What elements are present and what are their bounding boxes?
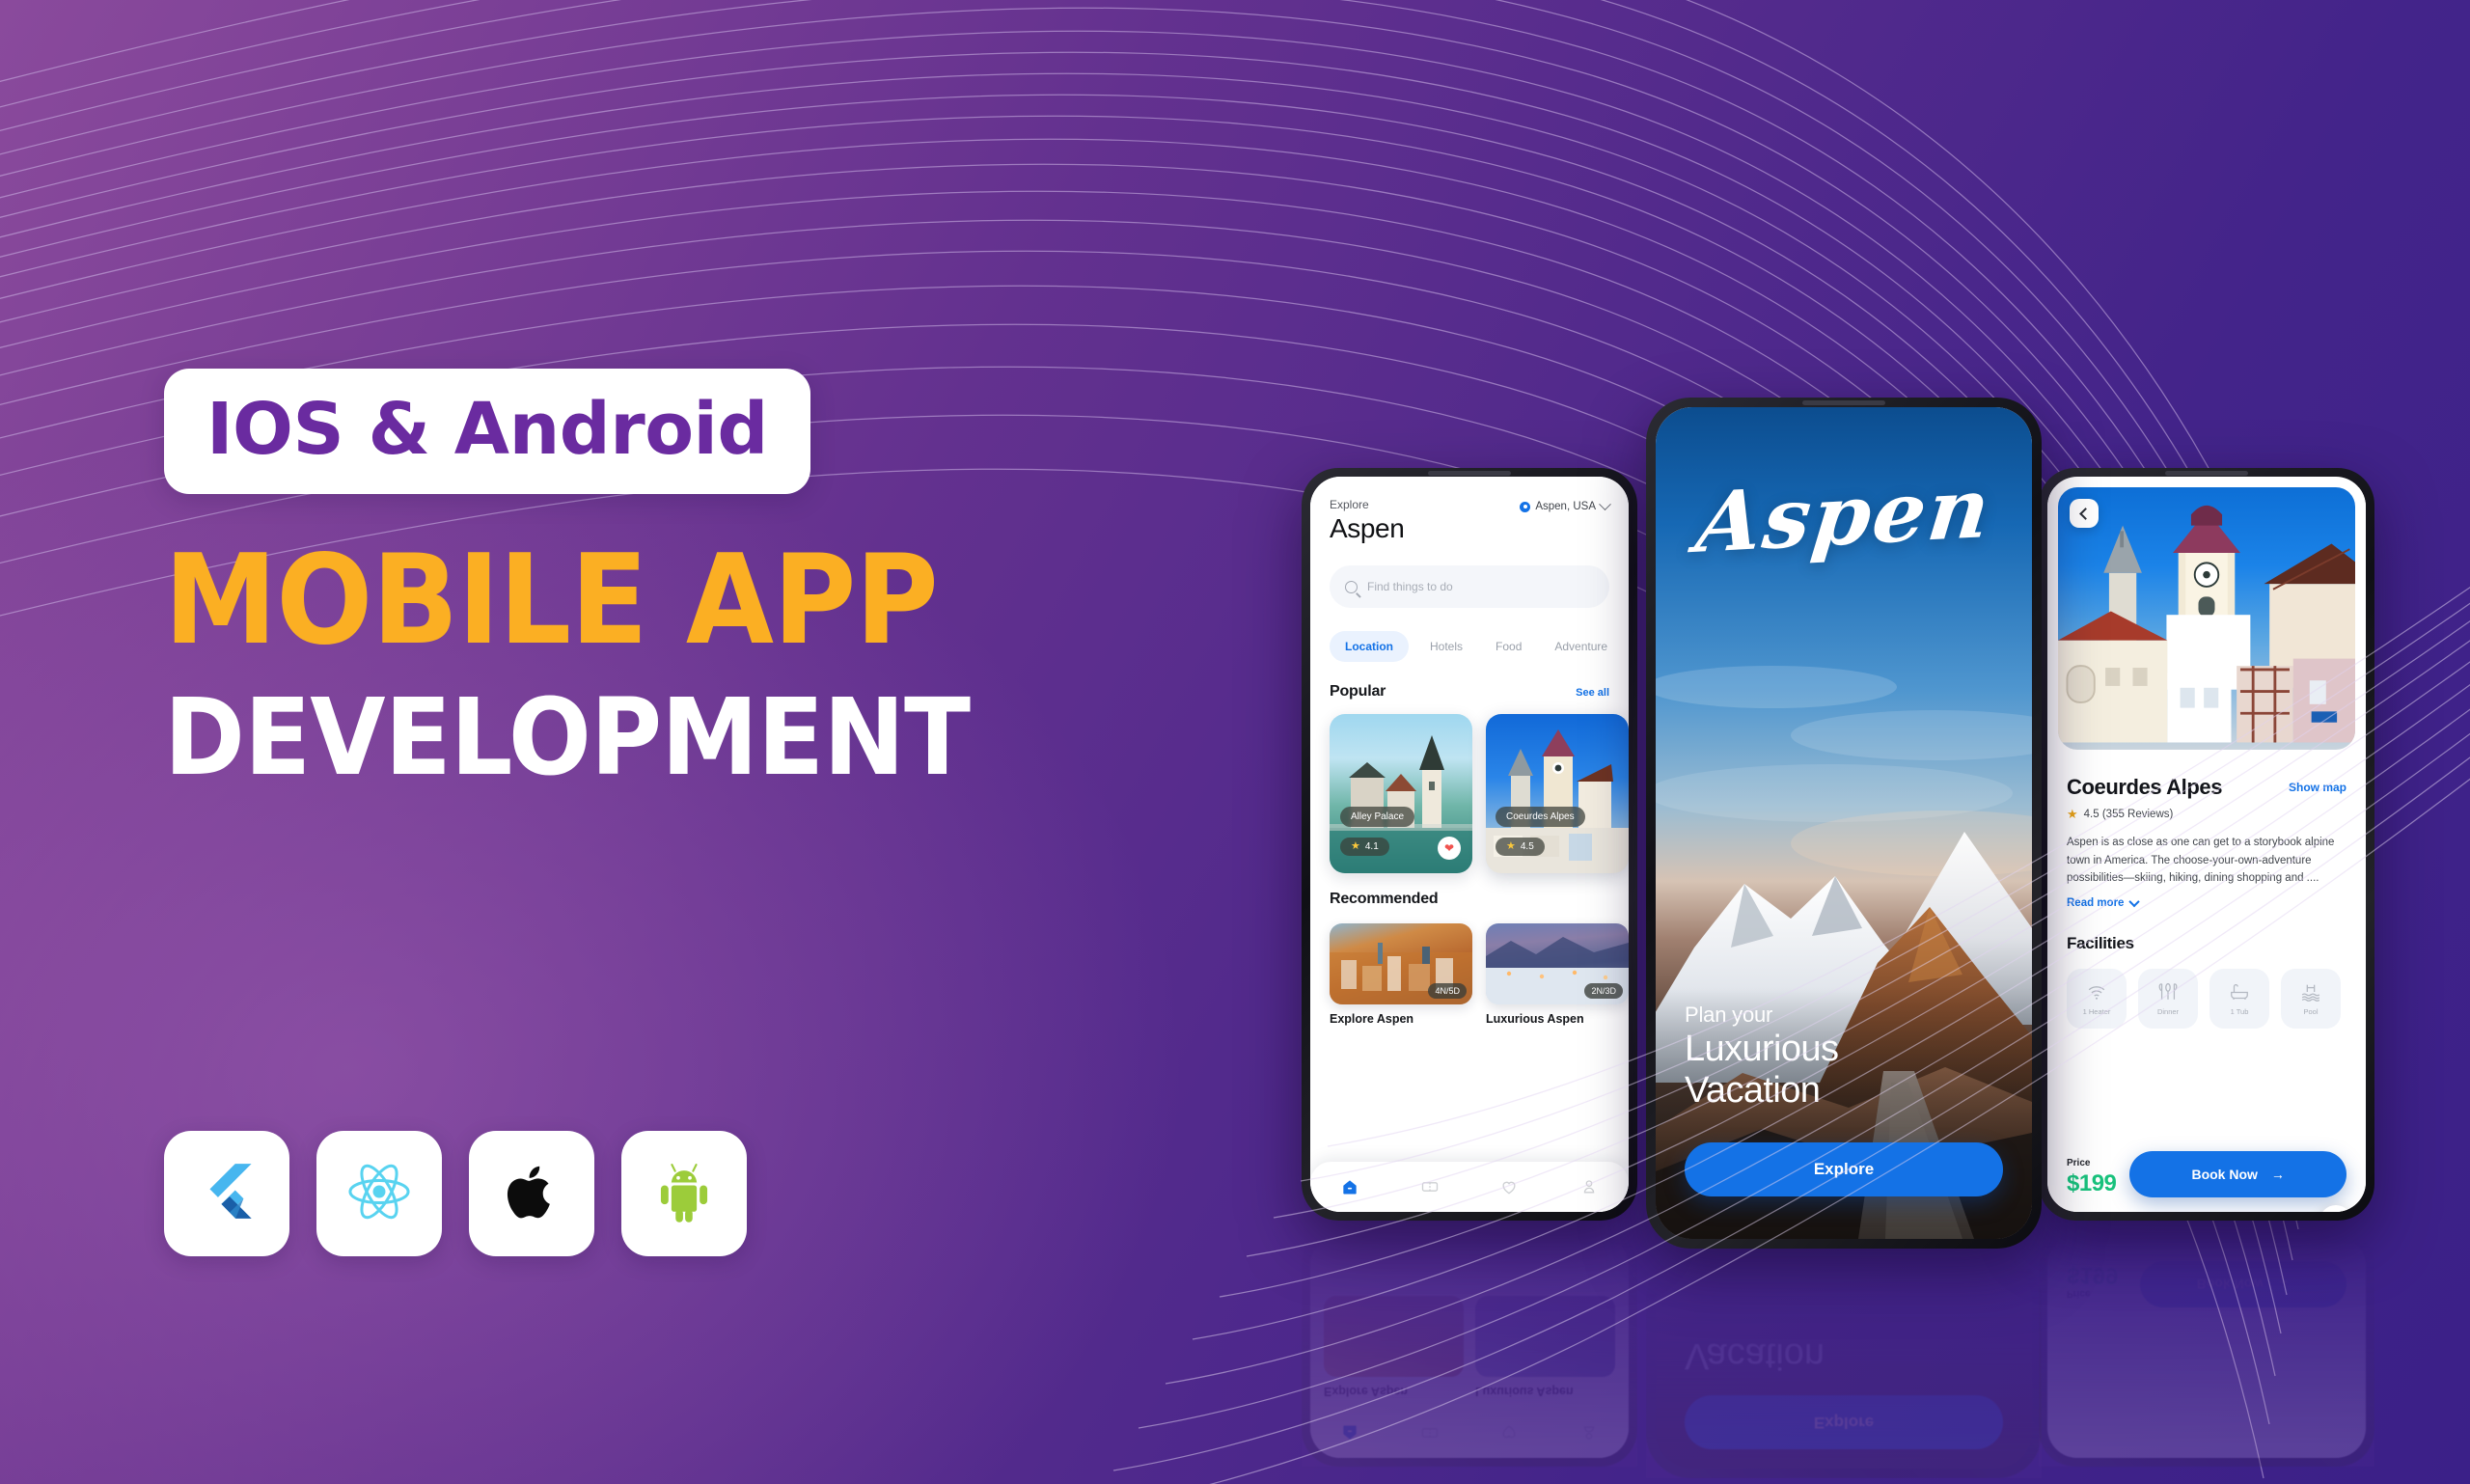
phone-mockup-right: ❤ Coeurdes Alpes Show map ★ 4.5 (355 Rev… [2039,468,2374,1221]
location-label: Aspen, USA [1535,501,1596,512]
arrow-right-icon: → [2270,1167,2285,1182]
price-value: $199 [2067,1170,2117,1196]
search-input[interactable]: Find things to do [1330,565,1609,608]
back-button[interactable] [2070,499,2099,528]
facility-pool[interactable]: Pool [2281,968,2341,1029]
popular-card-rating: ★ 4.5 [1496,838,1545,856]
ticket-icon[interactable] [1420,1177,1440,1196]
star-icon: ★ [1351,840,1360,852]
hero-kicker: Plan your [1685,1002,1773,1027]
recommended-card[interactable]: 4N/5D Explore Aspen [1330,923,1472,1026]
pool-icon [2301,984,2320,1002]
phone-center-screen: Aspen Plan your Luxurious Vacation Explo… [1656,407,2032,1239]
hero-headline-line2: Vacation [1685,1070,1821,1112]
phone-speaker-notch [1428,471,1511,476]
rating-text: 4.5 (355 Reviews) [2083,808,2174,820]
price-block: Price $199 [2067,1158,2117,1197]
aspen-script-title: Aspen [1691,459,1996,572]
recommended-heading: Recommended [1330,891,1439,907]
chevron-left-icon [2079,507,2092,520]
phone-speaker-notch [2165,471,2248,476]
tab-hotels[interactable]: Hotels [1418,631,1474,662]
phone-speaker-notch [1802,400,1885,405]
star-icon: ★ [1506,840,1516,852]
phone-right-screen: ❤ Coeurdes Alpes Show map ★ 4.5 (355 Rev… [2047,477,2366,1212]
category-tabs: Location Hotels Food Adventure A [1310,631,1629,662]
location-pin-icon [1520,501,1531,512]
facility-label: 1 Heater [2082,1006,2111,1016]
explore-button[interactable]: Explore [1685,1142,2003,1196]
popular-card-title: Coeurdes Alpes [1496,807,1585,827]
profile-icon[interactable] [1579,1177,1599,1196]
wifi-icon [2088,986,2105,1000]
popular-heading: Popular [1330,683,1386,700]
bottom-navigation [1310,1162,1629,1212]
facility-label: 1 Tub [2230,1006,2249,1016]
price-label: Price [2067,1158,2091,1168]
star-icon: ★ [2067,807,2078,821]
popular-card[interactable]: Coeurdes Alpes ★ 4.5 [1486,714,1629,873]
chevron-down-icon [1599,497,1611,510]
tab-adventure[interactable]: Adventure [1543,631,1619,662]
facilities-heading: Facilities [2067,933,2134,952]
location-selector[interactable]: Aspen, USA [1520,497,1611,512]
phone-mockup-left: Explore Aspen Aspen, USA Find things to … [1302,468,1637,1221]
facilities-list: 1 Heater Dinner 1 Tub Pool [2067,968,2346,1029]
facility-label: Dinner [2156,1006,2180,1016]
popular-card-rating: ★ 4.1 [1340,838,1389,856]
heart-icon: ❤ [1443,841,1455,855]
place-title: Coeurdes Alpes [2067,775,2223,799]
chevron-down-icon [2128,895,2141,908]
bathtub-icon [2231,983,2248,1000]
popular-card-title: Alley Palace [1340,807,1415,827]
cutlery-icon [2158,982,2178,1000]
facility-label: Pool [2303,1006,2319,1016]
recommended-card-title: Explore Aspen [1330,1012,1414,1026]
rating-row: ★ 4.5 (355 Reviews) [2067,808,2346,820]
popular-card[interactable]: Alley Palace ★ 4.1 ❤ [1330,714,1472,873]
recommended-card-title: Luxurious Aspen [1486,1012,1584,1026]
book-now-label: Book Now [2191,1167,2258,1182]
phone-mockups: Explore Aspen Aspen, USA Find things to … [0,0,2470,1484]
see-all-link[interactable]: See all [1576,687,1609,699]
place-description: Aspen is as close as one can get to a st… [2067,837,2335,885]
city-title: Aspen [1330,513,1405,543]
explore-eyebrow: Explore [1330,498,1369,511]
read-more-link[interactable]: Read more [2067,895,2346,909]
book-now-button[interactable]: Book Now → [2129,1151,2346,1197]
tab-food[interactable]: Food [1484,631,1533,662]
heart-icon[interactable] [1499,1177,1519,1196]
search-placeholder: Find things to do [1367,580,1453,593]
nights-badge: 2N/3D [1584,983,1623,999]
facility-tub[interactable]: 1 Tub [2209,968,2269,1029]
nights-badge: 4N/5D [1428,983,1467,999]
phone-left-screen: Explore Aspen Aspen, USA Find things to … [1310,477,1629,1212]
promo-banner: IOS & Android MOBILE APP DEVELOPMENT Exp… [0,0,2470,1484]
detail-hero-image [2058,487,2355,750]
facility-heater[interactable]: 1 Heater [2067,968,2127,1029]
favorite-button[interactable]: ❤ [2319,1205,2352,1212]
hero-copy: Plan your Luxurious Vacation [1685,1003,2003,1112]
tab-location[interactable]: Location [1330,631,1409,662]
read-more-label: Read more [2067,896,2125,909]
hero-headline-line1: Luxurious [1685,1028,1839,1069]
search-icon [1345,580,1358,593]
recommended-card[interactable]: 2N/3D Luxurious Aspen [1486,923,1629,1026]
phone-mockup-center: Aspen Plan your Luxurious Vacation Explo… [1646,398,2042,1249]
home-icon[interactable] [1340,1177,1359,1196]
favorite-button[interactable]: ❤ [1438,837,1461,860]
show-map-link[interactable]: Show map [2289,781,2346,794]
facility-dinner[interactable]: Dinner [2138,968,2198,1029]
